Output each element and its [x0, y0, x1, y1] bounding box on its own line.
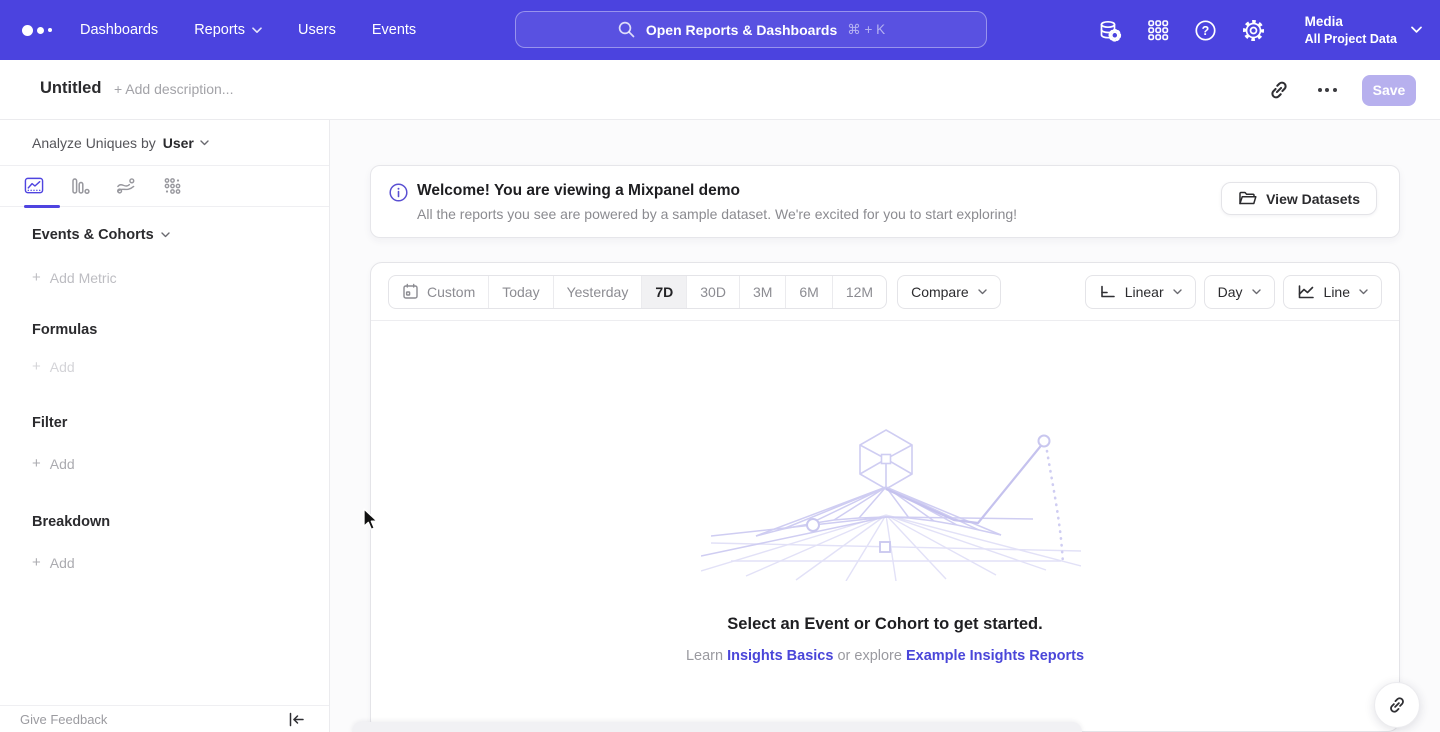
share-link-fab[interactable] — [1374, 682, 1420, 728]
global-search[interactable]: Open Reports & Dashboards ⌘ + K — [515, 11, 987, 48]
interval-dropdown[interactable]: Day — [1204, 275, 1275, 309]
chart-display-controls: Linear Day Line — [1085, 275, 1382, 309]
svg-text:?: ? — [1202, 24, 1210, 38]
analyze-by-dropdown[interactable]: User — [163, 135, 209, 151]
sidebar-footer: Give Feedback — [0, 705, 329, 732]
add-breakdown-button[interactable]: + Add — [0, 554, 329, 571]
chevron-down-icon — [252, 27, 262, 34]
linear-axis-icon — [1099, 284, 1116, 300]
header-actions: Save — [1266, 60, 1416, 120]
project-name: Media — [1305, 13, 1397, 31]
info-icon — [389, 183, 408, 207]
data-management-icon[interactable] — [1097, 17, 1123, 43]
more-options-icon[interactable] — [1314, 77, 1340, 103]
chevron-down-icon — [200, 140, 209, 146]
selected-tab-indicator — [24, 205, 60, 208]
link-icon — [1387, 695, 1407, 715]
chevron-down-icon — [1173, 289, 1182, 295]
range-today[interactable]: Today — [489, 276, 553, 308]
insights-basics-link[interactable]: Insights Basics — [727, 648, 833, 664]
collapse-sidebar-icon[interactable] — [283, 706, 309, 732]
tab-flows[interactable] — [116, 176, 136, 196]
banner-title: Welcome! You are viewing a Mixpanel demo — [417, 182, 740, 200]
plus-icon: + — [32, 455, 41, 472]
apps-grid-icon[interactable] — [1145, 17, 1171, 43]
analyze-row: Analyze Uniques by User — [0, 120, 329, 166]
empty-state-illustration — [701, 423, 1081, 581]
give-feedback-link[interactable]: Give Feedback — [20, 712, 107, 727]
report-title[interactable]: Untitled — [40, 79, 101, 98]
tab-insights[interactable] — [24, 176, 44, 196]
breakdown-section: Breakdown — [0, 514, 329, 530]
save-button[interactable]: Save — [1362, 75, 1416, 106]
search-placeholder: Open Reports & Dashboards — [646, 22, 837, 38]
settings-gear-icon[interactable] — [1241, 17, 1267, 43]
flows-icon — [116, 176, 136, 196]
tab-funnels[interactable] — [70, 176, 90, 196]
report-header: Untitled + Add description... Save — [0, 60, 1440, 120]
chart-type-dropdown[interactable]: Line — [1283, 275, 1382, 309]
insights-line-chart-icon — [24, 176, 44, 196]
nav-item-reports[interactable]: Reports — [194, 22, 262, 38]
search-shortcut: ⌘ + K — [847, 22, 885, 38]
range-3m[interactable]: 3M — [740, 276, 786, 308]
compare-dropdown[interactable]: Compare — [897, 275, 1001, 309]
nav-right-group: ? Media All Project Data — [1097, 0, 1422, 60]
report-canvas: Custom Today Yesterday 7D 30D 3M 6M 12M … — [370, 262, 1400, 732]
range-yesterday[interactable]: Yesterday — [554, 276, 643, 308]
add-metric-button[interactable]: + Add Metric — [0, 269, 329, 286]
tab-retention[interactable] — [162, 176, 182, 196]
banner-subtitle: All the reports you see are powered by a… — [417, 206, 1017, 222]
copy-link-icon[interactable] — [1266, 77, 1292, 103]
date-range-control: Custom Today Yesterday 7D 30D 3M 6M 12M — [388, 275, 887, 309]
primary-nav: Dashboards Reports Users Events — [80, 0, 416, 60]
top-navigation-bar: Dashboards Reports Users Events Open Rep… — [0, 0, 1440, 60]
retention-dots-icon — [163, 176, 182, 196]
events-cohorts-section[interactable]: Events & Cohorts — [0, 227, 329, 243]
report-type-tabs — [0, 166, 329, 207]
view-datasets-button[interactable]: View Datasets — [1221, 182, 1377, 215]
mixpanel-logo[interactable] — [22, 0, 52, 60]
nav-item-users[interactable]: Users — [298, 22, 336, 38]
range-custom[interactable]: Custom — [389, 276, 489, 308]
formulas-section: Formulas — [0, 322, 329, 338]
analyze-label: Analyze Uniques by — [32, 135, 156, 151]
chevron-down-icon — [1252, 289, 1261, 295]
query-builder-sidebar: Analyze Uniques by User — [0, 120, 330, 732]
chevron-down-icon — [1359, 289, 1368, 295]
example-reports-link[interactable]: Example Insights Reports — [906, 648, 1084, 664]
scale-dropdown[interactable]: Linear — [1085, 275, 1196, 309]
nav-item-events[interactable]: Events — [372, 22, 416, 38]
plus-icon: + — [32, 358, 41, 375]
range-30d[interactable]: 30D — [687, 276, 740, 308]
empty-state-title: Select an Event or Cohort to get started… — [371, 615, 1399, 634]
add-formula-button[interactable]: + Add — [0, 358, 329, 375]
help-icon[interactable]: ? — [1193, 17, 1219, 43]
welcome-banner: Welcome! You are viewing a Mixpanel demo… — [370, 165, 1400, 238]
calendar-icon — [402, 283, 419, 300]
project-selector[interactable]: Media All Project Data — [1305, 13, 1422, 47]
range-12m[interactable]: 12M — [833, 276, 886, 308]
chevron-down-icon — [161, 232, 170, 238]
project-scope: All Project Data — [1305, 31, 1397, 47]
search-icon — [617, 20, 636, 39]
plus-icon: + — [32, 554, 41, 571]
results-panel-top-edge — [352, 722, 1082, 732]
range-6m[interactable]: 6M — [786, 276, 832, 308]
plus-icon: + — [32, 269, 41, 286]
nav-item-dashboards[interactable]: Dashboards — [80, 22, 158, 38]
chevron-down-icon — [978, 289, 987, 295]
empty-state-links: Learn Insights Basics or explore Example… — [371, 648, 1399, 664]
chart-controls-row: Custom Today Yesterday 7D 30D 3M 6M 12M … — [371, 263, 1399, 321]
folder-icon — [1238, 190, 1257, 207]
line-chart-icon — [1297, 284, 1315, 300]
filter-section: Filter — [0, 415, 329, 431]
add-filter-button[interactable]: + Add — [0, 455, 329, 472]
chevron-down-icon — [1411, 26, 1422, 34]
funnels-bars-icon — [71, 176, 90, 196]
range-7d[interactable]: 7D — [642, 276, 687, 308]
add-description-field[interactable]: + Add description... — [114, 81, 233, 97]
